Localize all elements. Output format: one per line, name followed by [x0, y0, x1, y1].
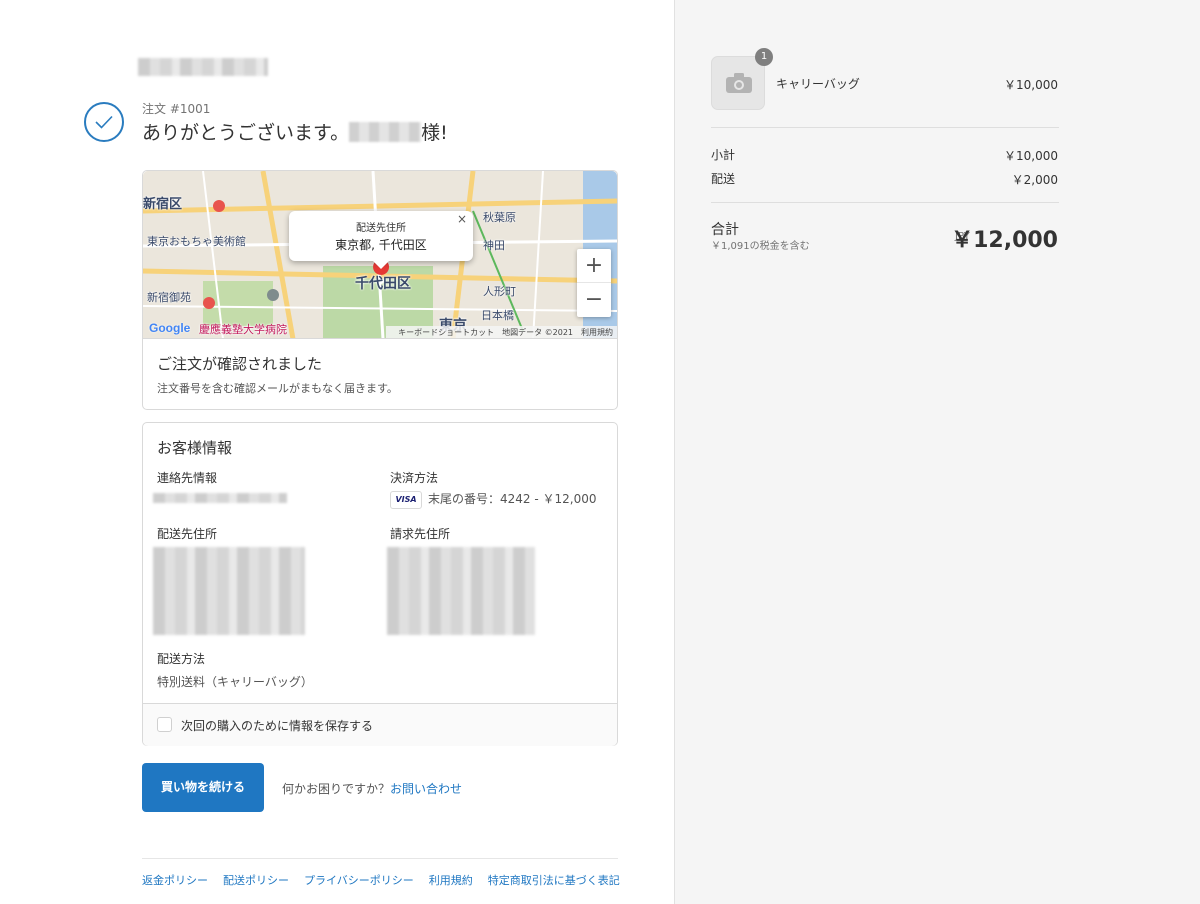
shipping-policy-link[interactable]: 配送ポリシー — [223, 874, 289, 887]
main-content: 注文 #1001 ありがとうございます。 様! 新宿区 東京おもちゃ美術館 新宿… — [0, 0, 674, 904]
product-thumbnail — [711, 56, 765, 110]
google-logo[interactable]: Google — [149, 321, 190, 335]
map-label-shinjuku: 新宿区 — [143, 197, 183, 212]
order-confirmation-card: 新宿区 東京おもちゃ美術館 新宿御苑 千代田区 神田 秋葉原 人形町 日本橋 東… — [142, 170, 618, 410]
map-label-shinjuku-gyoen: 新宿御苑 — [147, 291, 191, 304]
billing-address-label: 請求先住所 — [390, 527, 451, 541]
map-label-toy-museum: 東京おもちゃ美術館 — [147, 235, 246, 248]
customer-name-redacted — [349, 122, 422, 142]
shipping-address-redacted — [153, 547, 305, 635]
map-label-ningyocho: 人形町 — [483, 285, 516, 298]
store-logo[interactable] — [138, 58, 268, 76]
confirmation-message: 注文番号を含む確認メールがまもなく届きます。 — [157, 382, 398, 395]
keyboard-shortcuts-link[interactable]: キーボードショートカット — [398, 328, 494, 337]
total-divider — [711, 202, 1059, 203]
save-info-row: 次回の購入のために情報を保存する — [143, 703, 617, 746]
shipping-method-value: 特別送料（キャリーバッグ） — [157, 675, 313, 689]
tax-note: ￥1,091の税金を含む — [711, 241, 810, 252]
shipping-address-label: 配送先住所 — [157, 527, 218, 541]
checkmark-icon — [84, 102, 124, 142]
map-label-kanda: 神田 — [483, 239, 505, 252]
zoom-in-button[interactable]: + — [577, 249, 611, 283]
shipping-method-label: 配送方法 — [157, 652, 206, 666]
subtotal-value: ￥10,000 — [1004, 149, 1058, 163]
footer-links: 返金ポリシー 配送ポリシー プライバシーポリシー 利用規約 特定商取引法に基づく表記 — [142, 872, 635, 888]
customer-info-card: お客様情報 連絡先情報 決済方法 VISA 末尾の番号：4242 - ￥12,00… — [142, 422, 618, 746]
order-number: 注文 #1001 — [142, 102, 211, 116]
summary-divider — [711, 127, 1059, 128]
contact-label: 連絡先情報 — [157, 471, 218, 485]
map-info-popup: 配送先住所 東京都, 千代田区 × — [289, 211, 473, 269]
visa-card-icon: VISA — [390, 490, 422, 509]
continue-shopping-button[interactable]: 買い物を続ける — [142, 763, 264, 812]
map-label-chiyoda: 千代田区 — [355, 276, 411, 292]
save-info-checkbox[interactable] — [157, 717, 172, 732]
total-value: ￥12,000 — [951, 228, 1058, 253]
billing-address-redacted — [387, 547, 535, 635]
product-name: キャリーバッグ — [776, 77, 860, 91]
thank-you-heading: ありがとうございます。 様! — [142, 122, 448, 144]
contact-email-redacted — [153, 493, 287, 503]
contact-us-link[interactable]: お問い合わせ — [390, 782, 462, 796]
privacy-policy-link[interactable]: プライバシーポリシー — [304, 874, 414, 887]
product-price: ￥10,000 — [1004, 78, 1058, 92]
popup-address: 東京都, 千代田区 — [335, 238, 427, 252]
camera-icon — [726, 73, 752, 93]
popup-title: 配送先住所 — [356, 223, 406, 234]
shipping-map[interactable]: 新宿区 東京おもちゃ美術館 新宿御苑 千代田区 神田 秋葉原 人形町 日本橋 東… — [143, 171, 617, 339]
map-zoom-controls: + − — [577, 249, 611, 317]
map-data-credit: 地図データ ©2021 — [502, 328, 573, 337]
save-info-label[interactable]: 次回の購入のために情報を保存する — [181, 717, 373, 734]
legal-notice-link[interactable]: 特定商取引法に基づく表記 — [488, 874, 620, 887]
quantity-badge: 1 — [755, 48, 773, 66]
map-label-keio-hospital: 慶應義塾大学病院 — [199, 323, 287, 336]
map-label-nihonbashi: 日本橋 — [481, 309, 514, 322]
terms-link[interactable]: 利用規約 — [429, 874, 473, 887]
payment-method: VISA 末尾の番号：4242 - ￥12,000 — [390, 490, 597, 509]
shipping-value: ￥2,000 — [1011, 173, 1058, 187]
zoom-out-button[interactable]: − — [577, 283, 611, 317]
footer-divider — [142, 858, 618, 859]
total-label: 合計 — [711, 222, 739, 238]
subtotal-label: 小計 — [711, 148, 736, 162]
close-icon[interactable]: × — [457, 212, 467, 226]
shipping-label: 配送 — [711, 172, 736, 186]
payment-label: 決済方法 — [390, 471, 439, 485]
confirmation-title: ご注文が確認されました — [157, 355, 323, 373]
customer-info-title: お客様情報 — [157, 439, 233, 457]
help-text: 何かお困りですか？お問い合わせ — [282, 782, 463, 796]
map-label-akihabara: 秋葉原 — [483, 211, 516, 224]
payment-value: 末尾の番号：4242 - ￥12,000 — [428, 492, 597, 506]
map-attribution: キーボードショートカット 地図データ ©2021 利用規約 — [386, 326, 617, 338]
refund-policy-link[interactable]: 返金ポリシー — [142, 874, 208, 887]
map-terms-link[interactable]: 利用規約 — [581, 328, 613, 337]
order-summary: 1 キャリーバッグ ￥10,000 小計 ￥10,000 配送 ￥2,000 合… — [674, 0, 1200, 904]
